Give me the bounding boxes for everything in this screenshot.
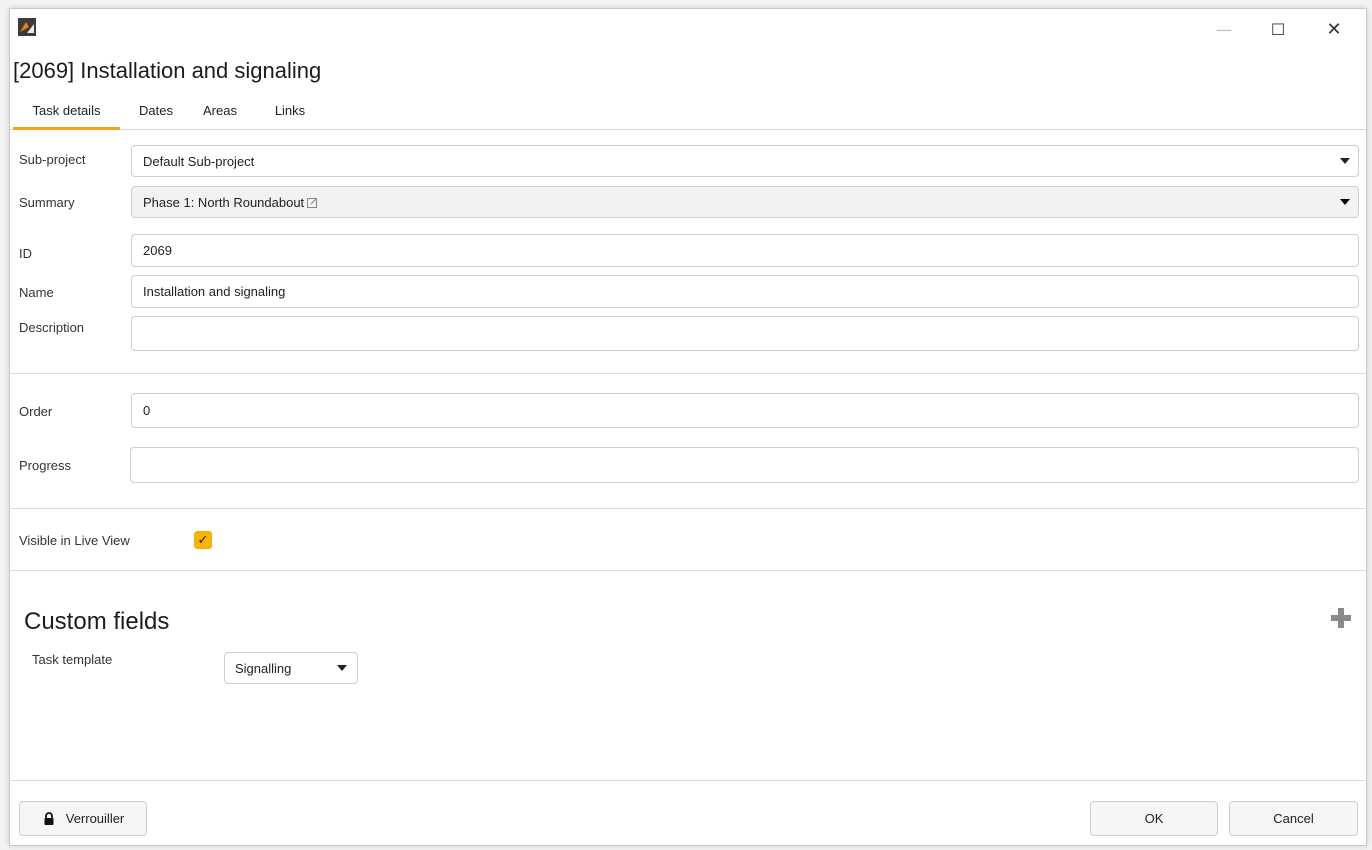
task-dialog-window: — ☐ ✕ [2069] Installation and signaling … <box>9 8 1367 846</box>
task-template-select[interactable]: Signalling <box>224 652 358 684</box>
chevron-down-icon <box>1340 158 1350 164</box>
order-label: Order <box>19 404 53 419</box>
divider <box>10 508 1366 509</box>
minimize-button[interactable]: — <box>1201 9 1247 49</box>
subproject-select[interactable]: Default Sub-project <box>131 145 1359 177</box>
lock-button[interactable]: Verrouiller <box>19 801 147 836</box>
lock-icon <box>44 811 54 825</box>
task-template-label: Task template <box>32 652 113 667</box>
divider <box>10 570 1366 571</box>
divider <box>10 373 1366 374</box>
subproject-value: Default Sub-project <box>143 153 255 169</box>
tab-dates[interactable]: Dates <box>128 101 184 127</box>
id-value: 2069 <box>143 243 172 258</box>
chevron-down-icon <box>337 665 347 671</box>
tab-bar: Task details Dates Areas Links <box>10 97 1366 130</box>
tab-links[interactable]: Links <box>266 101 314 127</box>
check-icon: ✓ <box>197 532 209 548</box>
tab-areas[interactable]: Areas <box>192 101 248 127</box>
cancel-button[interactable]: Cancel <box>1229 801 1358 836</box>
description-label: Description <box>19 320 85 335</box>
title-bar: — ☐ ✕ <box>10 9 1366 49</box>
summary-label: Summary <box>19 195 75 210</box>
cancel-button-label: Cancel <box>1273 811 1314 826</box>
name-value: Installation and signaling <box>143 284 286 299</box>
custom-fields-title: Custom fields <box>24 608 170 635</box>
subproject-label: Sub-project <box>19 152 86 167</box>
task-template-value: Signalling <box>235 660 292 676</box>
ok-button[interactable]: OK <box>1090 801 1218 836</box>
progress-field[interactable] <box>130 447 1359 483</box>
id-label: ID <box>19 246 32 261</box>
name-label: Name <box>19 285 54 300</box>
visible-live-checkbox[interactable]: ✓ <box>194 531 212 549</box>
ok-button-label: OK <box>1144 811 1164 826</box>
footer-divider <box>10 780 1366 781</box>
summary-value: Phase 1: North Roundabout <box>143 194 305 210</box>
lock-button-label: Verrouiller <box>65 811 125 826</box>
app-icon <box>18 18 36 36</box>
visible-live-label: Visible in Live View <box>19 533 130 548</box>
order-value: 0 <box>143 403 151 418</box>
plus-icon[interactable] <box>1329 606 1353 630</box>
summary-select[interactable]: Phase 1: North Roundabout <box>131 186 1359 218</box>
progress-label: Progress <box>19 458 72 473</box>
order-field[interactable]: 0 <box>131 393 1359 428</box>
close-button[interactable]: ✕ <box>1311 9 1357 49</box>
tab-task-details[interactable]: Task details <box>13 101 120 130</box>
name-field[interactable]: Installation and signaling <box>131 275 1359 308</box>
dialog-title: [2069] Installation and signaling <box>13 58 322 83</box>
description-field[interactable] <box>131 316 1359 351</box>
chevron-down-icon <box>1340 199 1350 205</box>
id-field[interactable]: 2069 <box>131 234 1359 267</box>
edit-icon[interactable] <box>307 197 318 208</box>
maximize-button[interactable]: ☐ <box>1255 9 1301 49</box>
